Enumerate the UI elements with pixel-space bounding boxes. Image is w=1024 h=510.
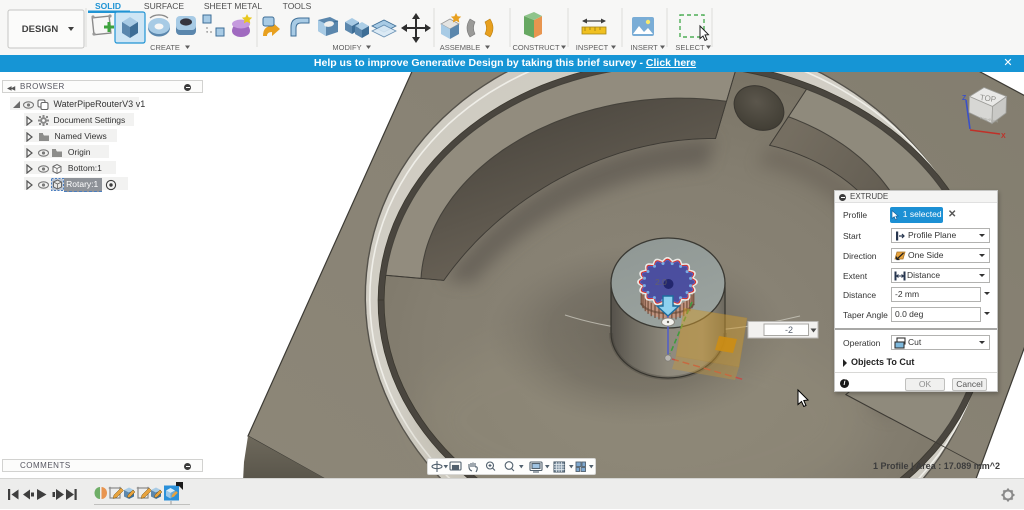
svg-text:INSERT: INSERT bbox=[630, 43, 658, 52]
svg-text:X: X bbox=[1001, 133, 1006, 140]
svg-text:CREATE: CREATE bbox=[150, 43, 180, 52]
svg-text:CONSTRUCT: CONSTRUCT bbox=[512, 43, 559, 52]
svg-text:SHEET METAL: SHEET METAL bbox=[204, 1, 263, 11]
svg-text:SELECT: SELECT bbox=[675, 43, 705, 52]
svg-text:2.0: 2.0 bbox=[655, 277, 667, 287]
svg-text:ASSEMBLE: ASSEMBLE bbox=[440, 43, 480, 52]
svg-text:INSPECT: INSPECT bbox=[576, 43, 609, 52]
svg-text:Z: Z bbox=[962, 95, 967, 102]
svg-text:SURFACE: SURFACE bbox=[144, 1, 184, 11]
svg-text:1 Profile | Area : 17.089 mm^2: 1 Profile | Area : 17.089 mm^2 bbox=[873, 461, 1000, 471]
svg-text:MODIFY: MODIFY bbox=[332, 43, 361, 52]
svg-text:TOOLS: TOOLS bbox=[283, 1, 312, 11]
svg-text:-2: -2 bbox=[785, 325, 793, 335]
svg-text:DESIGN: DESIGN bbox=[22, 24, 59, 35]
svg-text:SOLID: SOLID bbox=[95, 1, 121, 11]
